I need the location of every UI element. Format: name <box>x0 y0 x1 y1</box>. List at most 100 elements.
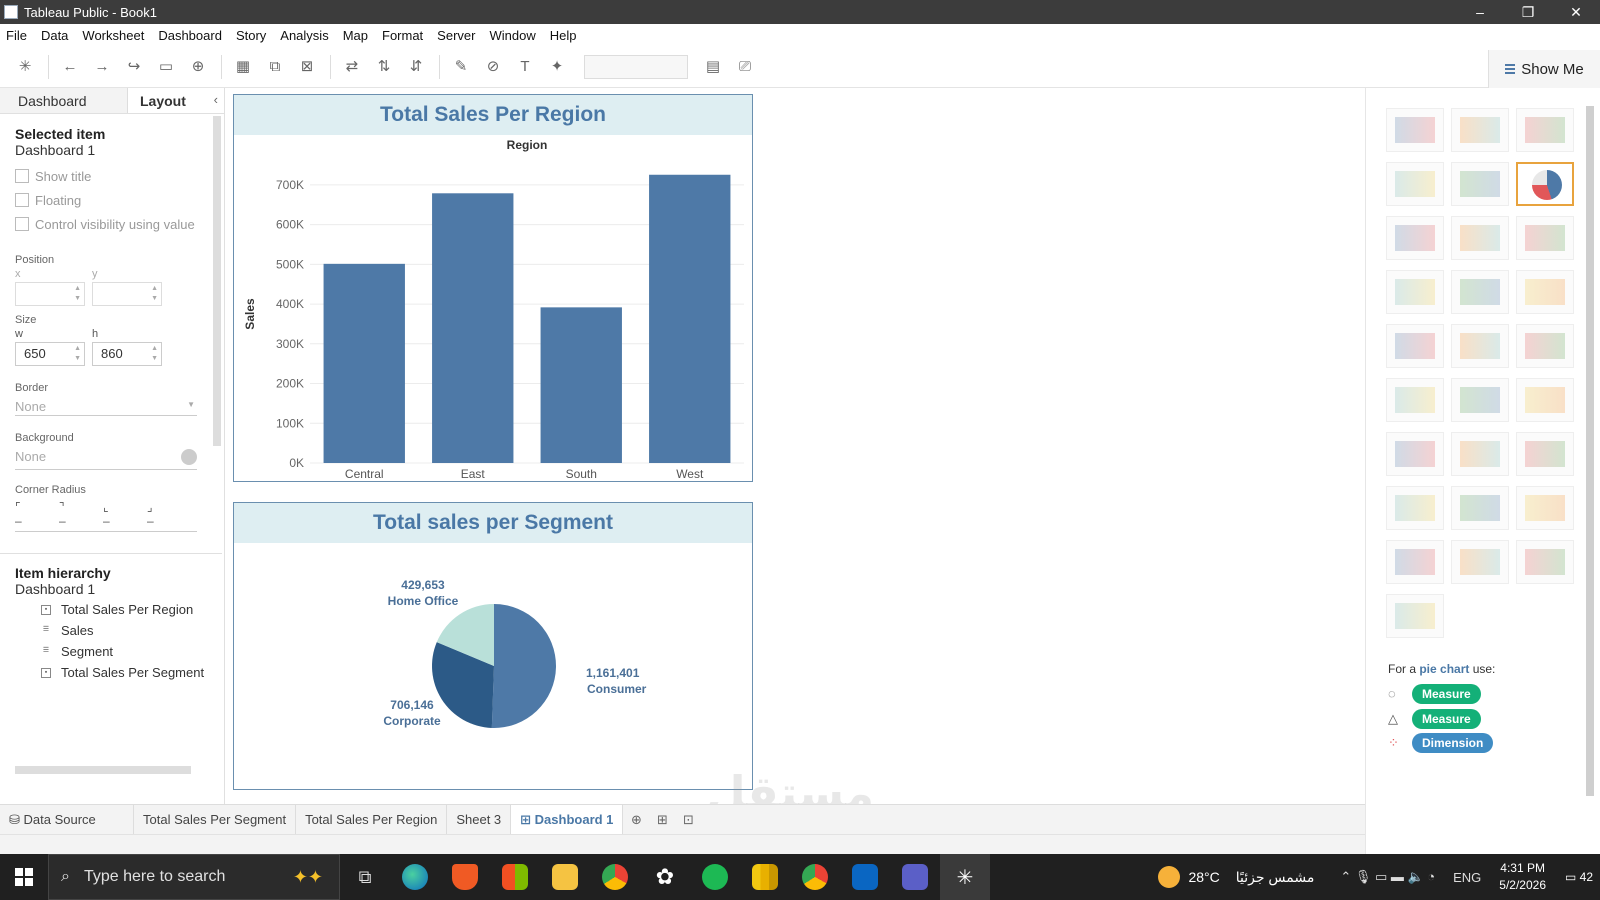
tableau-taskbar-icon[interactable]: ✳ <box>940 854 990 900</box>
vertical-scrollbar[interactable] <box>1586 106 1594 796</box>
clear-sheet-icon[interactable]: ⊠ <box>296 56 318 78</box>
spotify-icon[interactable] <box>690 854 740 900</box>
width-input[interactable]: 650 ▲ ▼ <box>15 342 85 366</box>
new-dashboard-icon[interactable]: ⊞ <box>649 812 675 828</box>
hierarchy-item[interactable]: ☰ Segment <box>15 641 204 662</box>
chrome-profile-icon[interactable] <box>790 854 840 900</box>
show-me-button[interactable]: Show Me <box>1488 50 1600 88</box>
histogram-icon[interactable] <box>1451 432 1509 476</box>
menu-help[interactable]: Help <box>550 28 577 43</box>
power-bi-icon[interactable] <box>740 854 790 900</box>
show-labels-icon[interactable]: T <box>514 56 536 78</box>
map-combination-icon[interactable] <box>1386 594 1444 638</box>
store-icon[interactable] <box>490 854 540 900</box>
file-explorer-icon[interactable] <box>540 854 590 900</box>
menu-dashboard[interactable]: Dashboard <box>158 28 222 43</box>
corner-bottom-right-icon[interactable]: ⌟ – <box>147 500 191 531</box>
tab-layout[interactable]: Layout <box>128 88 216 113</box>
tray-icons[interactable]: ⌃ 🎙 ▭ ▬ 🔈 ◔ <box>1340 869 1435 885</box>
gantt-chart-icon[interactable] <box>1386 486 1444 530</box>
hierarchy-item[interactable]: ☰ Sales <box>15 620 204 641</box>
control-visibility-checkbox[interactable]: Control visibility using value <box>15 212 224 236</box>
stacked-bars-icon[interactable] <box>1451 216 1509 260</box>
side-by-side-circles-icon[interactable] <box>1516 270 1574 314</box>
new-worksheet-icon[interactable]: ▦ <box>232 56 254 78</box>
redo-icon[interactable]: → <box>91 56 113 78</box>
menu-format[interactable]: Format <box>382 28 423 43</box>
tab-dashboard-1[interactable]: ⊞ Dashboard 1 <box>511 804 624 835</box>
corner-top-left-icon[interactable]: ⌜ – <box>15 500 59 531</box>
menu-map[interactable]: Map <box>343 28 368 43</box>
tab-sheet[interactable]: Total Sales Per Segment <box>134 804 297 835</box>
dual-combination-icon[interactable] <box>1516 378 1574 422</box>
edge-icon[interactable] <box>390 854 440 900</box>
box-and-whisker-icon[interactable] <box>1516 432 1574 476</box>
bullet-graph-icon[interactable] <box>1451 486 1509 530</box>
circle-views-icon[interactable] <box>1451 270 1509 314</box>
horizontal-bars-icon[interactable] <box>1386 216 1444 260</box>
menu-worksheet[interactable]: Worksheet <box>82 28 144 43</box>
presentation-mode-icon[interactable]: ⎚ <box>734 56 756 78</box>
maximize-button[interactable]: ❐ <box>1504 4 1552 21</box>
highlight-icon[interactable]: ✎ <box>450 56 472 78</box>
duplicate-sheet-icon[interactable]: ⧉ <box>264 56 286 78</box>
tab-data-source[interactable]: ⛁ Data Source <box>0 804 134 835</box>
brave-icon[interactable] <box>440 854 490 900</box>
clock[interactable]: 4:31 PM 5/2/2026 <box>1499 860 1546 894</box>
replay-icon[interactable]: ↪ <box>123 56 145 78</box>
area-map-icon[interactable] <box>1516 540 1574 584</box>
weather-widget[interactable]: 28°C مشمس جزئيًا <box>1158 866 1314 888</box>
discrete-area-icon[interactable] <box>1451 378 1509 422</box>
corner-bottom-left-icon[interactable]: ⌞ – <box>103 500 147 531</box>
discrete-lines-icon[interactable] <box>1451 324 1509 368</box>
side-by-side-bars-icon[interactable] <box>1516 216 1574 260</box>
dual-lines-icon[interactable] <box>1516 324 1574 368</box>
close-button[interactable]: ✕ <box>1552 4 1600 21</box>
pie-chart-icon[interactable] <box>1516 162 1574 206</box>
linkedin-icon[interactable] <box>840 854 890 900</box>
menu-file[interactable]: File <box>6 28 27 43</box>
hierarchy-root[interactable]: Dashboard 1 <box>15 581 204 597</box>
swap-rows-columns-icon[interactable]: ⇄ <box>341 56 363 78</box>
tab-sheet[interactable]: Sheet 3 <box>447 804 512 835</box>
chrome-icon[interactable] <box>590 854 640 900</box>
show-title-checkbox[interactable]: Show title <box>15 164 224 188</box>
packed-bubbles-icon[interactable] <box>1516 486 1574 530</box>
new-data-source-icon[interactable]: ⊕ <box>187 56 209 78</box>
height-input[interactable]: 860 ▲ ▼ <box>92 342 162 366</box>
y-position-input[interactable]: ▲ ▼ <box>92 282 162 306</box>
symbol-map-icon[interactable] <box>1386 162 1444 206</box>
highlight-table-icon[interactable] <box>1516 108 1574 152</box>
background-picker[interactable]: None <box>15 444 197 470</box>
tableau-logo-icon[interactable]: ✳ <box>14 56 36 78</box>
notifications-button[interactable]: ▭ 42 <box>1564 870 1594 884</box>
border-dropdown[interactable]: None ▼ <box>15 394 197 416</box>
menu-server[interactable]: Server <box>437 28 475 43</box>
minimize-button[interactable]: – <box>1456 4 1504 21</box>
undo-icon[interactable]: ← <box>59 56 81 78</box>
menu-data[interactable]: Data <box>41 28 68 43</box>
heat-map-icon[interactable] <box>1451 108 1509 152</box>
language-indicator[interactable]: ENG <box>1453 870 1481 885</box>
fit-dropdown[interactable] <box>584 54 688 79</box>
chatgpt-icon[interactable]: ✿ <box>640 854 690 900</box>
horizontal-scrollbar[interactable] <box>15 766 191 774</box>
sales-per-region-zone[interactable]: Total Sales Per Region Region Sales 0K 100K… <box>233 94 753 482</box>
corner-top-right-icon[interactable]: ⌝ – <box>59 500 103 531</box>
donut-icon[interactable] <box>1386 540 1444 584</box>
sort-ascending-icon[interactable]: ⇅ <box>373 56 395 78</box>
start-button[interactable] <box>0 854 48 900</box>
new-worksheet-icon[interactable]: ⊕ <box>623 812 649 828</box>
new-story-icon[interactable]: ⊡ <box>675 812 701 828</box>
collapse-panel-icon[interactable]: ‹ <box>214 92 218 107</box>
menu-analysis[interactable]: Analysis <box>280 28 328 43</box>
menu-window[interactable]: Window <box>489 28 535 43</box>
group-members-icon[interactable]: ⊘ <box>482 56 504 78</box>
menu-story[interactable]: Story <box>236 28 266 43</box>
hierarchy-item[interactable]: ▪ Total Sales Per Segment <box>15 662 204 683</box>
tab-dashboard[interactable]: Dashboard <box>0 88 128 113</box>
task-view-icon[interactable]: ⧉ <box>340 854 390 900</box>
taskbar-search[interactable]: ⌕ Type here to search ✦✦ <box>48 854 340 900</box>
sort-descending-icon[interactable]: ⇵ <box>405 56 427 78</box>
save-icon[interactable]: ▭ <box>155 56 177 78</box>
